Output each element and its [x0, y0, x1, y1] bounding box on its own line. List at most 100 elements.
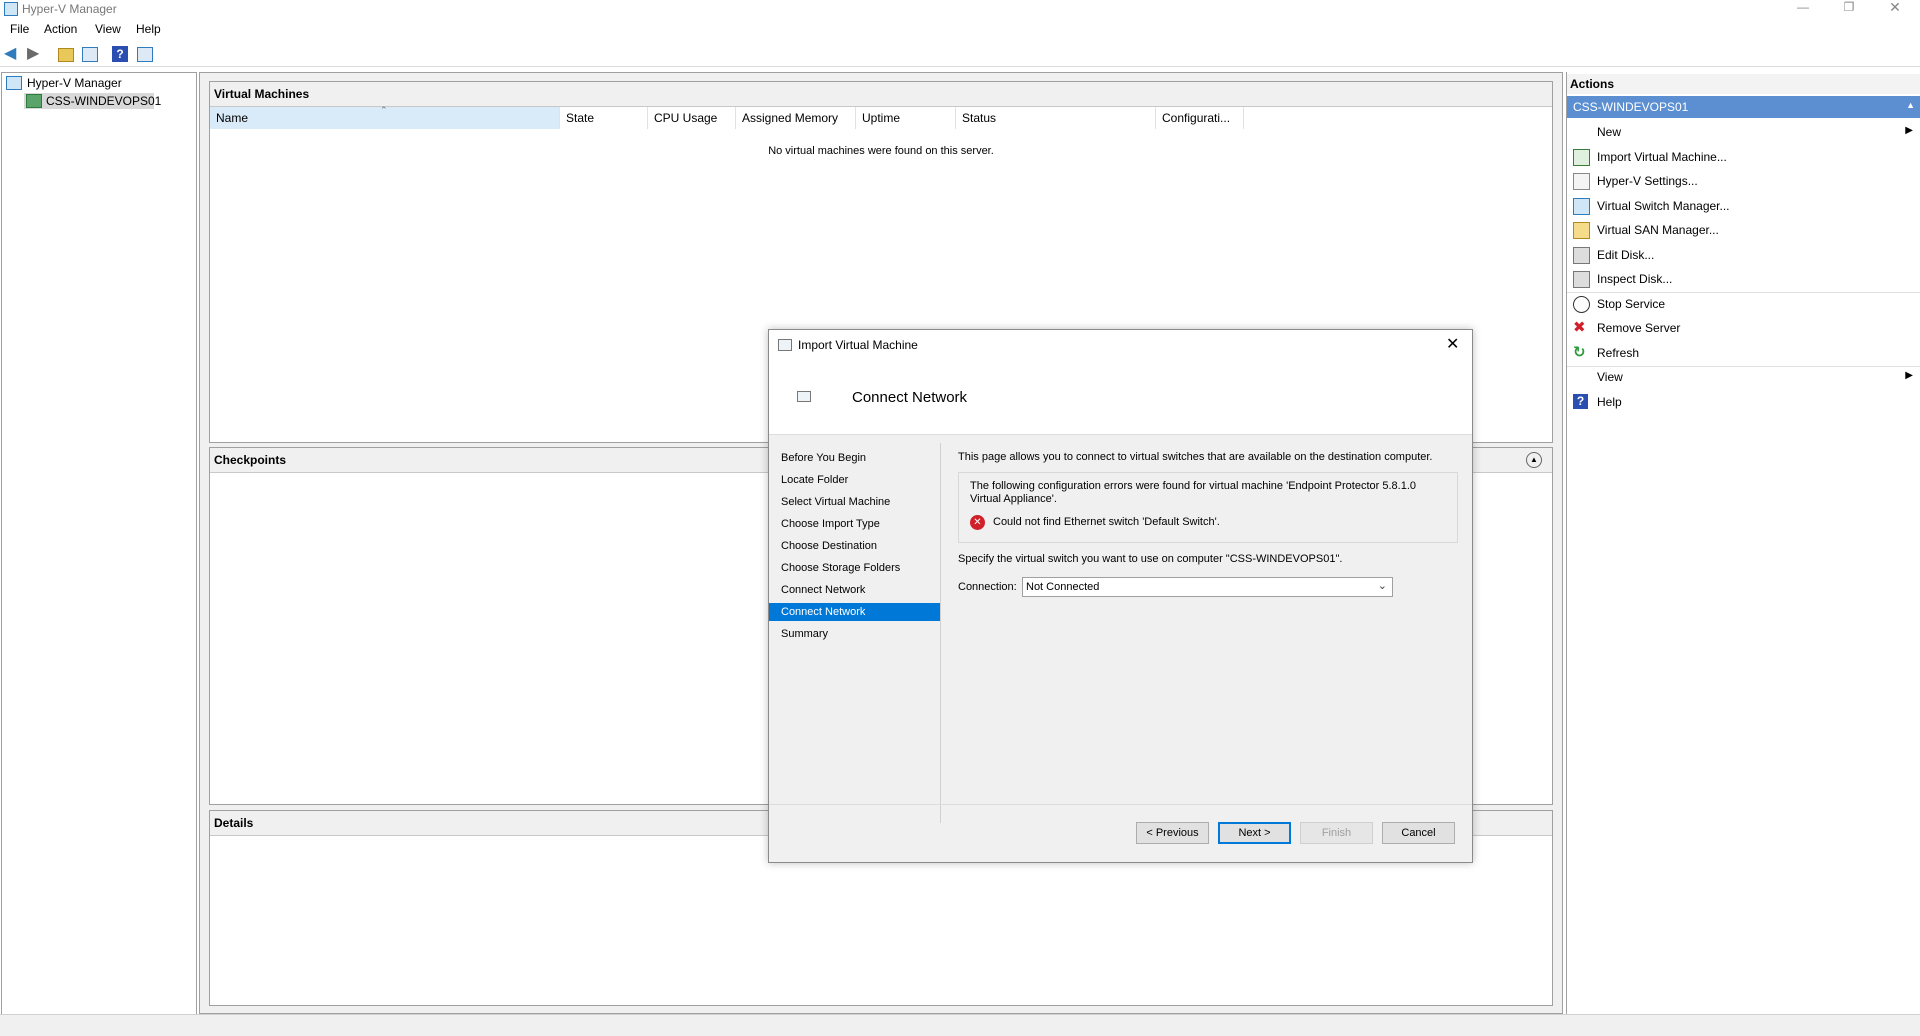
action-label: Help — [1597, 394, 1622, 409]
submenu-arrow-icon: ▶ — [1905, 125, 1913, 136]
intro-text: This page allows you to connect to virtu… — [958, 451, 1433, 463]
column-name-label: Name — [216, 111, 249, 125]
inspect-disk-icon — [1573, 271, 1590, 288]
action-virtual-switch-manager[interactable]: Virtual Switch Manager... — [1567, 194, 1920, 218]
chevron-down-icon: ⌄ — [1377, 580, 1387, 592]
actions-title: Actions — [1570, 77, 1615, 91]
help-icon: ? — [1573, 393, 1588, 409]
submenu-arrow-icon: ▶ — [1905, 370, 1913, 381]
action-label: Import Virtual Machine... — [1597, 149, 1727, 164]
dialog-title-icon — [778, 339, 792, 351]
empty-message: No virtual machines were found on this s… — [768, 145, 994, 157]
action-label: Inspect Disk... — [1597, 272, 1673, 286]
action-label: Stop Service — [1597, 296, 1666, 311]
action-virtual-san-manager[interactable]: Virtual SAN Manager... — [1567, 218, 1920, 242]
action-help[interactable]: ? Help — [1567, 390, 1920, 414]
details-title: Details — [214, 816, 254, 830]
menu-action[interactable]: Action — [44, 22, 77, 36]
action-refresh[interactable]: ↻ Refresh — [1567, 341, 1920, 365]
action-label: New — [1597, 125, 1622, 139]
column-assigned-memory[interactable]: Assigned Memory — [736, 107, 856, 129]
action-inspect-disk[interactable]: Inspect Disk... — [1567, 267, 1920, 291]
virtual-machines-title: Virtual Machines — [214, 87, 310, 101]
actions-header: Actions — [1567, 74, 1920, 94]
actions-group-header[interactable]: CSS-WINDEVOPS01 ▲ — [1567, 96, 1920, 118]
remove-icon: ✖ — [1573, 319, 1586, 336]
action-new[interactable]: New ▶ — [1567, 120, 1920, 144]
edit-disk-icon — [1573, 246, 1590, 264]
tree-server[interactable]: CSS-WINDEVOPS01 — [24, 93, 161, 109]
forward-icon[interactable]: ▶ — [27, 46, 43, 62]
import-vm-dialog: Import Virtual Machine ✕ Connect Network… — [768, 329, 1473, 863]
help-icon[interactable]: ? — [112, 46, 128, 62]
wizard-nav-item[interactable]: Locate Folder — [769, 471, 940, 489]
column-configuration-label: Configurati... — [1162, 111, 1231, 125]
wizard-nav-item[interactable]: Connect Network — [769, 581, 940, 599]
show-hide-action-pane-icon[interactable] — [137, 47, 153, 62]
title-bar: Hyper-V Manager — ❐ ✕ — [0, 0, 1920, 18]
action-label: Edit Disk... — [1597, 247, 1655, 262]
sort-ascending-icon: ⌃ — [380, 105, 388, 115]
up-folder-icon[interactable] — [58, 48, 74, 62]
column-status-label: Status — [962, 111, 997, 125]
virtual-machines-header: Virtual Machines — [210, 82, 1552, 107]
action-label: Hyper-V Settings... — [1597, 174, 1698, 188]
column-state[interactable]: State — [560, 107, 648, 129]
wizard-nav-item[interactable]: Choose Destination — [769, 537, 940, 555]
actions-group-label: CSS-WINDEVOPS01 — [1573, 100, 1689, 114]
menu-view[interactable]: View — [95, 22, 121, 36]
wizard-nav-item[interactable]: Connect Network — [769, 603, 940, 621]
action-remove-server[interactable]: ✖ Remove Server — [1567, 316, 1920, 340]
action-import-virtual-machine[interactable]: Import Virtual Machine... — [1567, 145, 1920, 169]
dialog-title: Import Virtual Machine — [798, 338, 918, 352]
wizard-nav-item[interactable]: Choose Import Type — [769, 515, 940, 533]
tree-root-label: Hyper-V Manager — [27, 76, 122, 90]
switch-manager-icon — [1573, 197, 1590, 215]
action-edit-disk[interactable]: Edit Disk... — [1567, 243, 1920, 267]
wizard-page-icon — [797, 391, 811, 402]
wizard-nav-item[interactable]: Summary — [769, 625, 940, 643]
wizard-nav-item[interactable]: Before You Begin — [769, 449, 940, 467]
stop-icon — [1573, 295, 1590, 313]
error-box-line2: Virtual Appliance'. — [970, 493, 1057, 505]
action-label: Virtual SAN Manager... — [1597, 223, 1719, 237]
dialog-footer-divider — [769, 804, 1472, 805]
settings-icon — [1573, 173, 1590, 190]
connection-select[interactable]: Not Connected ⌄ — [1022, 577, 1393, 597]
menu-help[interactable]: Help — [136, 22, 161, 36]
wizard-nav-item[interactable]: Choose Storage Folders — [769, 559, 940, 577]
previous-button[interactable]: < Previous — [1136, 822, 1209, 844]
app-icon — [4, 2, 18, 16]
column-uptime[interactable]: Uptime — [856, 107, 956, 129]
column-status[interactable]: Status — [956, 107, 1156, 129]
collapse-up-icon: ▲ — [1906, 100, 1915, 110]
action-stop-service[interactable]: Stop Service — [1567, 292, 1920, 316]
error-icon: ✕ — [970, 515, 985, 530]
action-hyper-v-settings[interactable]: Hyper-V Settings... — [1567, 169, 1920, 193]
column-uptime-label: Uptime — [862, 111, 901, 125]
dialog-close-icon[interactable]: ✕ — [1446, 334, 1459, 354]
connection-select-value: Not Connected — [1026, 581, 1100, 593]
tree-server-label: CSS-WINDEVOPS01 — [46, 94, 162, 108]
back-icon[interactable]: ◀ — [4, 46, 20, 62]
column-name[interactable]: Name ⌃ — [210, 105, 560, 129]
column-cpu-usage[interactable]: CPU Usage — [648, 107, 736, 129]
minimize-icon[interactable]: — — [1780, 0, 1826, 16]
action-label: Refresh — [1597, 345, 1640, 360]
cancel-button[interactable]: Cancel — [1382, 822, 1455, 844]
wizard-nav-item[interactable]: Select Virtual Machine — [769, 493, 940, 511]
show-hide-tree-icon[interactable] — [82, 47, 98, 62]
restore-icon[interactable]: ❐ — [1826, 0, 1872, 16]
wizard-page-heading: Connect Network — [852, 389, 968, 406]
next-button[interactable]: Next > — [1218, 822, 1291, 844]
error-message: Could not find Ethernet switch 'Default … — [993, 516, 1220, 528]
close-icon[interactable]: ✕ — [1872, 0, 1918, 16]
menu-file[interactable]: File — [10, 22, 29, 36]
collapse-icon[interactable]: ▲ — [1526, 452, 1542, 468]
action-view[interactable]: View ▶ — [1567, 365, 1920, 389]
checkpoints-title: Checkpoints — [214, 453, 287, 467]
dialog-header: Import Virtual Machine ✕ Connect Network — [769, 330, 1472, 435]
error-box-line1: The following configuration errors were … — [970, 480, 1417, 492]
column-configuration[interactable]: Configurati... — [1156, 107, 1244, 129]
specify-text: Specify the virtual switch you want to u… — [958, 553, 1343, 565]
